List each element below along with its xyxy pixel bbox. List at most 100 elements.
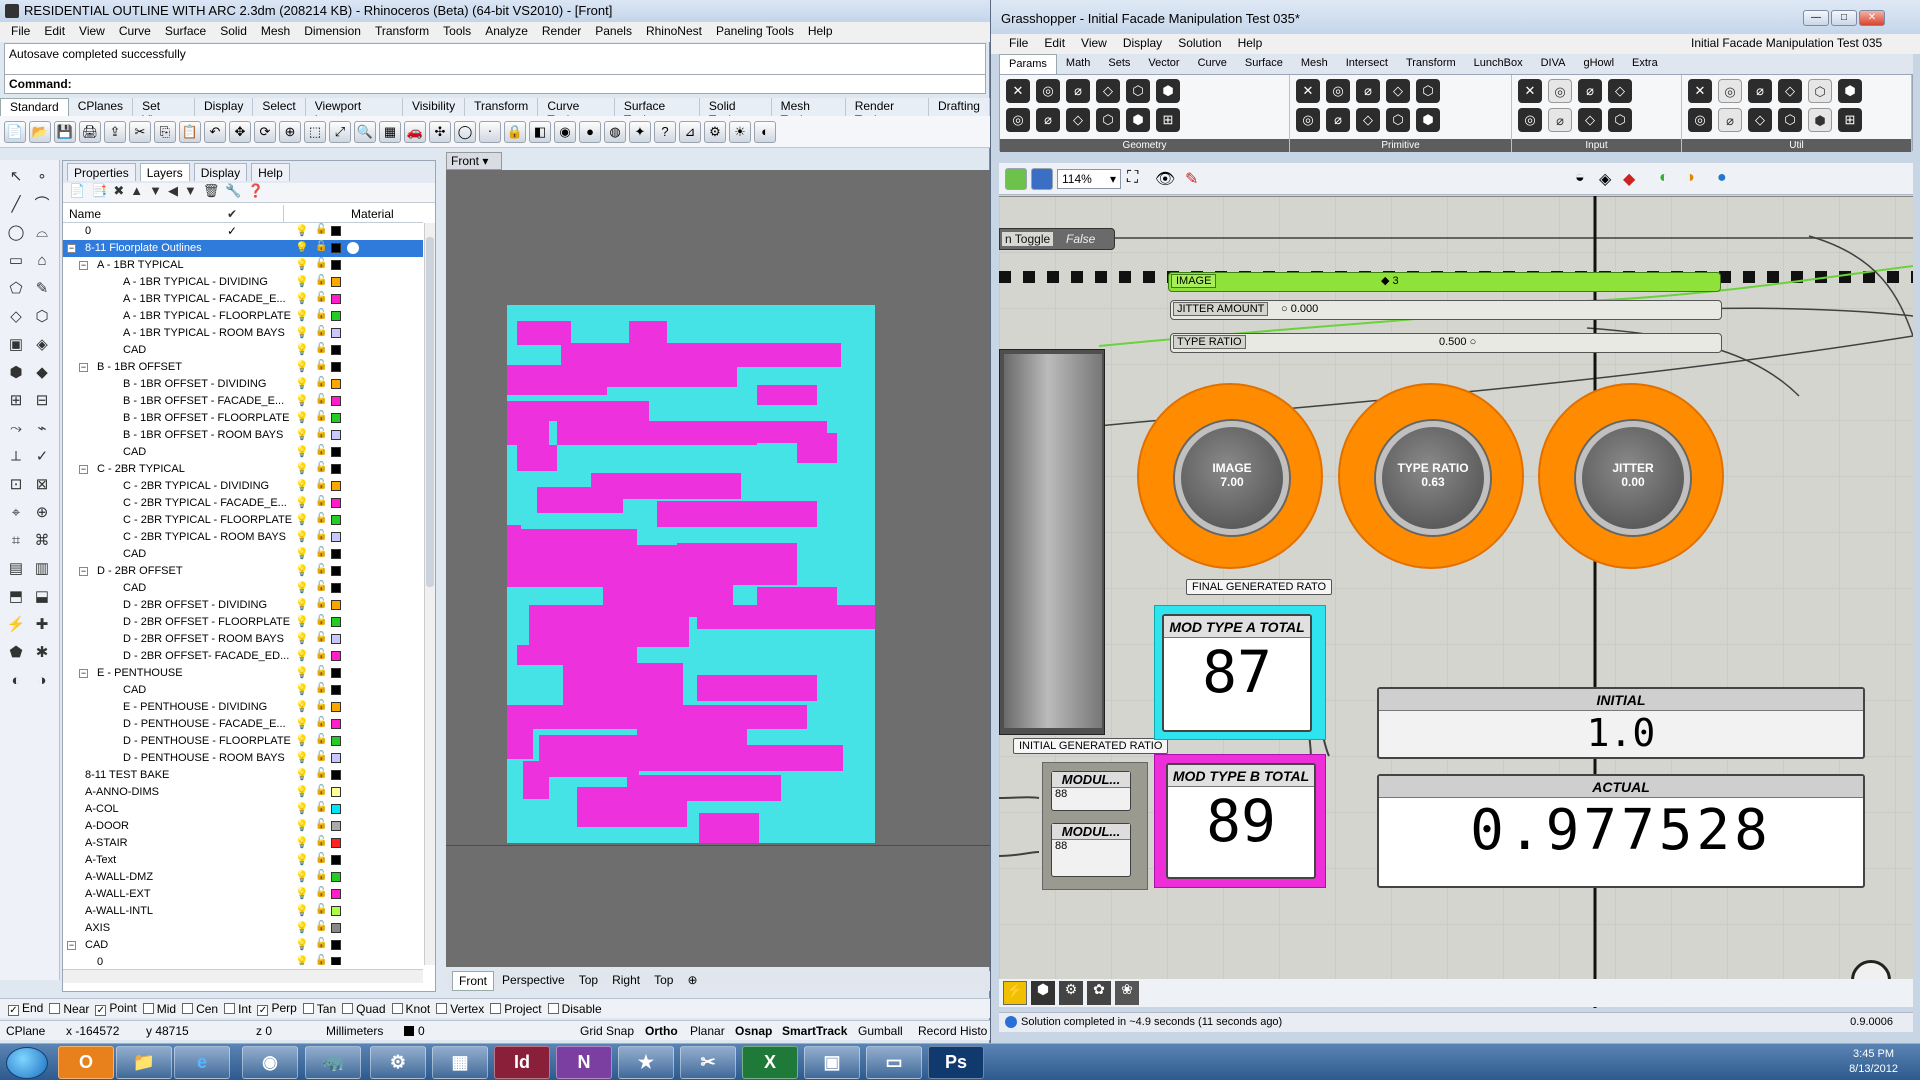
- layer-scrollbar[interactable]: [424, 223, 435, 965]
- visibility-bulb-icon[interactable]: 💡: [295, 360, 309, 373]
- tool-icon-36[interactable]: ◐: [4, 670, 28, 692]
- expand-toggle-icon[interactable]: −: [67, 244, 76, 253]
- toolbar-tab-select[interactable]: Select: [253, 98, 306, 116]
- toolbar-tab-transform[interactable]: Transform: [465, 98, 539, 116]
- layer-color-swatch[interactable]: [331, 362, 341, 372]
- lock-icon[interactable]: 🔓: [315, 683, 327, 694]
- tool-icon-10[interactable]: ◇: [4, 306, 28, 328]
- magenta-module-block[interactable]: [657, 501, 817, 527]
- lock-icon[interactable]: 🔓: [315, 309, 327, 320]
- magenta-module-block[interactable]: [507, 365, 607, 395]
- osnap-disable[interactable]: Disable: [547, 1002, 602, 1016]
- visibility-bulb-icon[interactable]: 💡: [295, 717, 309, 730]
- component-icon[interactable]: ◎: [1688, 108, 1712, 132]
- car-icon[interactable]: 🚗: [404, 120, 426, 143]
- expand-toggle-icon[interactable]: −: [79, 261, 88, 270]
- visibility-bulb-icon[interactable]: 💡: [295, 904, 309, 917]
- gh-canvas[interactable]: n Toggle False IMAGE ◆ 3 JITTER AMOUNT ○…: [999, 196, 1913, 1008]
- layer-row[interactable]: A-ANNO-DIMS 💡 🔓: [63, 784, 423, 801]
- osnap-int[interactable]: Int: [224, 1002, 251, 1016]
- magenta-module-block[interactable]: [617, 745, 843, 771]
- tool-icon-14[interactable]: ⬢: [4, 362, 28, 384]
- layer-color-swatch[interactable]: [331, 651, 341, 661]
- component-icon[interactable]: ⬢: [1808, 108, 1832, 132]
- tool-icon-24[interactable]: ⌖: [4, 502, 28, 524]
- light-icon[interactable]: ✦: [629, 120, 651, 143]
- layer-row[interactable]: D - 2BR OFFSET- FACADE_ED... 💡 🔓: [63, 648, 423, 665]
- component-icon[interactable]: ◇: [1386, 79, 1410, 103]
- rhino-taskbar-icon[interactable]: 🦏: [305, 1046, 361, 1079]
- layer-row[interactable]: C - 2BR TYPICAL - ROOM BAYS 💡 🔓: [63, 529, 423, 546]
- component-icon[interactable]: ⬡: [1608, 108, 1632, 132]
- gh-tab-transform[interactable]: Transform: [1397, 54, 1465, 74]
- toolbar-tab-solid-tools[interactable]: Solid Tools: [700, 98, 772, 127]
- visibility-bulb-icon[interactable]: 💡: [295, 751, 309, 764]
- visibility-bulb-icon[interactable]: 💡: [295, 734, 309, 747]
- expand-toggle-icon[interactable]: −: [79, 363, 88, 372]
- layer-color-swatch[interactable]: [331, 532, 341, 542]
- visibility-bulb-icon[interactable]: 💡: [295, 275, 309, 288]
- layer-row[interactable]: CAD 💡 🔓: [63, 546, 423, 563]
- toolbar-tab-mesh-tools[interactable]: Mesh Tools: [772, 98, 846, 127]
- lock-icon[interactable]: 🔓: [315, 275, 327, 286]
- type-ratio-knob-dial[interactable]: TYPE RATIO 0.63: [1376, 421, 1490, 535]
- lock-icon[interactable]: 🔓: [315, 751, 327, 762]
- lock-icon[interactable]: 🔓: [315, 819, 327, 830]
- zoom-field[interactable]: 114% ▾: [1057, 169, 1121, 189]
- onenote-taskbar-icon[interactable]: N: [556, 1046, 612, 1079]
- image-knob[interactable]: IMAGE 7.00: [1137, 383, 1323, 569]
- visibility-bulb-icon[interactable]: 💡: [295, 700, 309, 713]
- pan-icon[interactable]: ✥: [229, 120, 251, 143]
- layer-color-swatch[interactable]: [331, 413, 341, 423]
- expand-toggle-icon[interactable]: −: [79, 669, 88, 678]
- plugin-icon-3[interactable]: ❀: [1115, 981, 1139, 1005]
- zoom-window-icon[interactable]: ⬚: [304, 120, 326, 143]
- menu-surface[interactable]: Surface: [158, 22, 213, 42]
- tool-icon-15[interactable]: ◆: [30, 362, 54, 384]
- jitter-amount-slider[interactable]: JITTER AMOUNT ○ 0.000: [1170, 300, 1722, 320]
- zoom-extents-icon[interactable]: ⛶: [1127, 169, 1138, 187]
- magenta-module-block[interactable]: [697, 675, 817, 701]
- facade-panel-grid[interactable]: [507, 305, 875, 843]
- tool-icon-31[interactable]: ⬓: [30, 586, 54, 608]
- tool-icon-20[interactable]: ⟂: [4, 446, 28, 468]
- ortho-toggle[interactable]: Ortho: [645, 1024, 678, 1038]
- layer-color-swatch[interactable]: [331, 923, 341, 933]
- mod-type-b-panel[interactable]: MOD TYPE B TOTAL 89: [1166, 763, 1316, 879]
- command-line[interactable]: Command:: [4, 74, 986, 94]
- component-icon[interactable]: ⬡: [1096, 108, 1120, 132]
- layer-color-swatch[interactable]: [331, 549, 341, 559]
- layer-row[interactable]: A-Text 💡 🔓: [63, 852, 423, 869]
- start-button[interactable]: [6, 1047, 48, 1079]
- preview-mode-icon[interactable]: ◒: [1575, 169, 1585, 187]
- tool-icon-22[interactable]: ⊡: [4, 474, 28, 496]
- component-icon[interactable]: ⌀: [1548, 108, 1572, 132]
- toolbar-tab-visibility[interactable]: Visibility: [403, 98, 466, 116]
- tool-icon-6[interactable]: ▭: [4, 250, 28, 272]
- component-icon[interactable]: ✕: [1688, 79, 1712, 103]
- magenta-module-block[interactable]: [507, 729, 533, 759]
- tool-icon-2[interactable]: ╱: [4, 194, 28, 216]
- lock-icon[interactable]: 🔓: [315, 768, 327, 779]
- osnap-cen[interactable]: Cen: [182, 1002, 218, 1016]
- visibility-bulb-icon[interactable]: 💡: [295, 479, 309, 492]
- component-icon[interactable]: ◇: [1356, 108, 1380, 132]
- tool-icon-13[interactable]: ◈: [30, 334, 54, 356]
- osnap-checkbox[interactable]: ✓: [95, 1005, 107, 1016]
- osnap-checkbox[interactable]: ✓: [8, 1005, 19, 1016]
- visibility-bulb-icon[interactable]: 💡: [295, 377, 309, 390]
- menu-tools[interactable]: Tools: [436, 22, 478, 42]
- magenta-module-block[interactable]: [757, 385, 817, 405]
- magenta-module-block[interactable]: [629, 321, 667, 345]
- gear-icon[interactable]: ⚙: [704, 120, 726, 143]
- tool-icon-33[interactable]: ✚: [30, 614, 54, 636]
- visibility-bulb-icon[interactable]: 💡: [295, 258, 309, 271]
- layer-row[interactable]: AXIS 💡 🔓: [63, 920, 423, 937]
- component-icon[interactable]: ◇: [1578, 108, 1602, 132]
- sphere-icon[interactable]: ●: [579, 120, 601, 143]
- toolbar-tab-viewport-layout[interactable]: Viewport Layout: [306, 98, 403, 127]
- zoom-extents-icon[interactable]: ⤢: [329, 120, 351, 143]
- layer-row[interactable]: CAD 💡 🔓: [63, 682, 423, 699]
- lock-icon[interactable]: 🔓: [315, 955, 327, 965]
- layer-row[interactable]: − E - PENTHOUSE 💡 🔓: [63, 665, 423, 682]
